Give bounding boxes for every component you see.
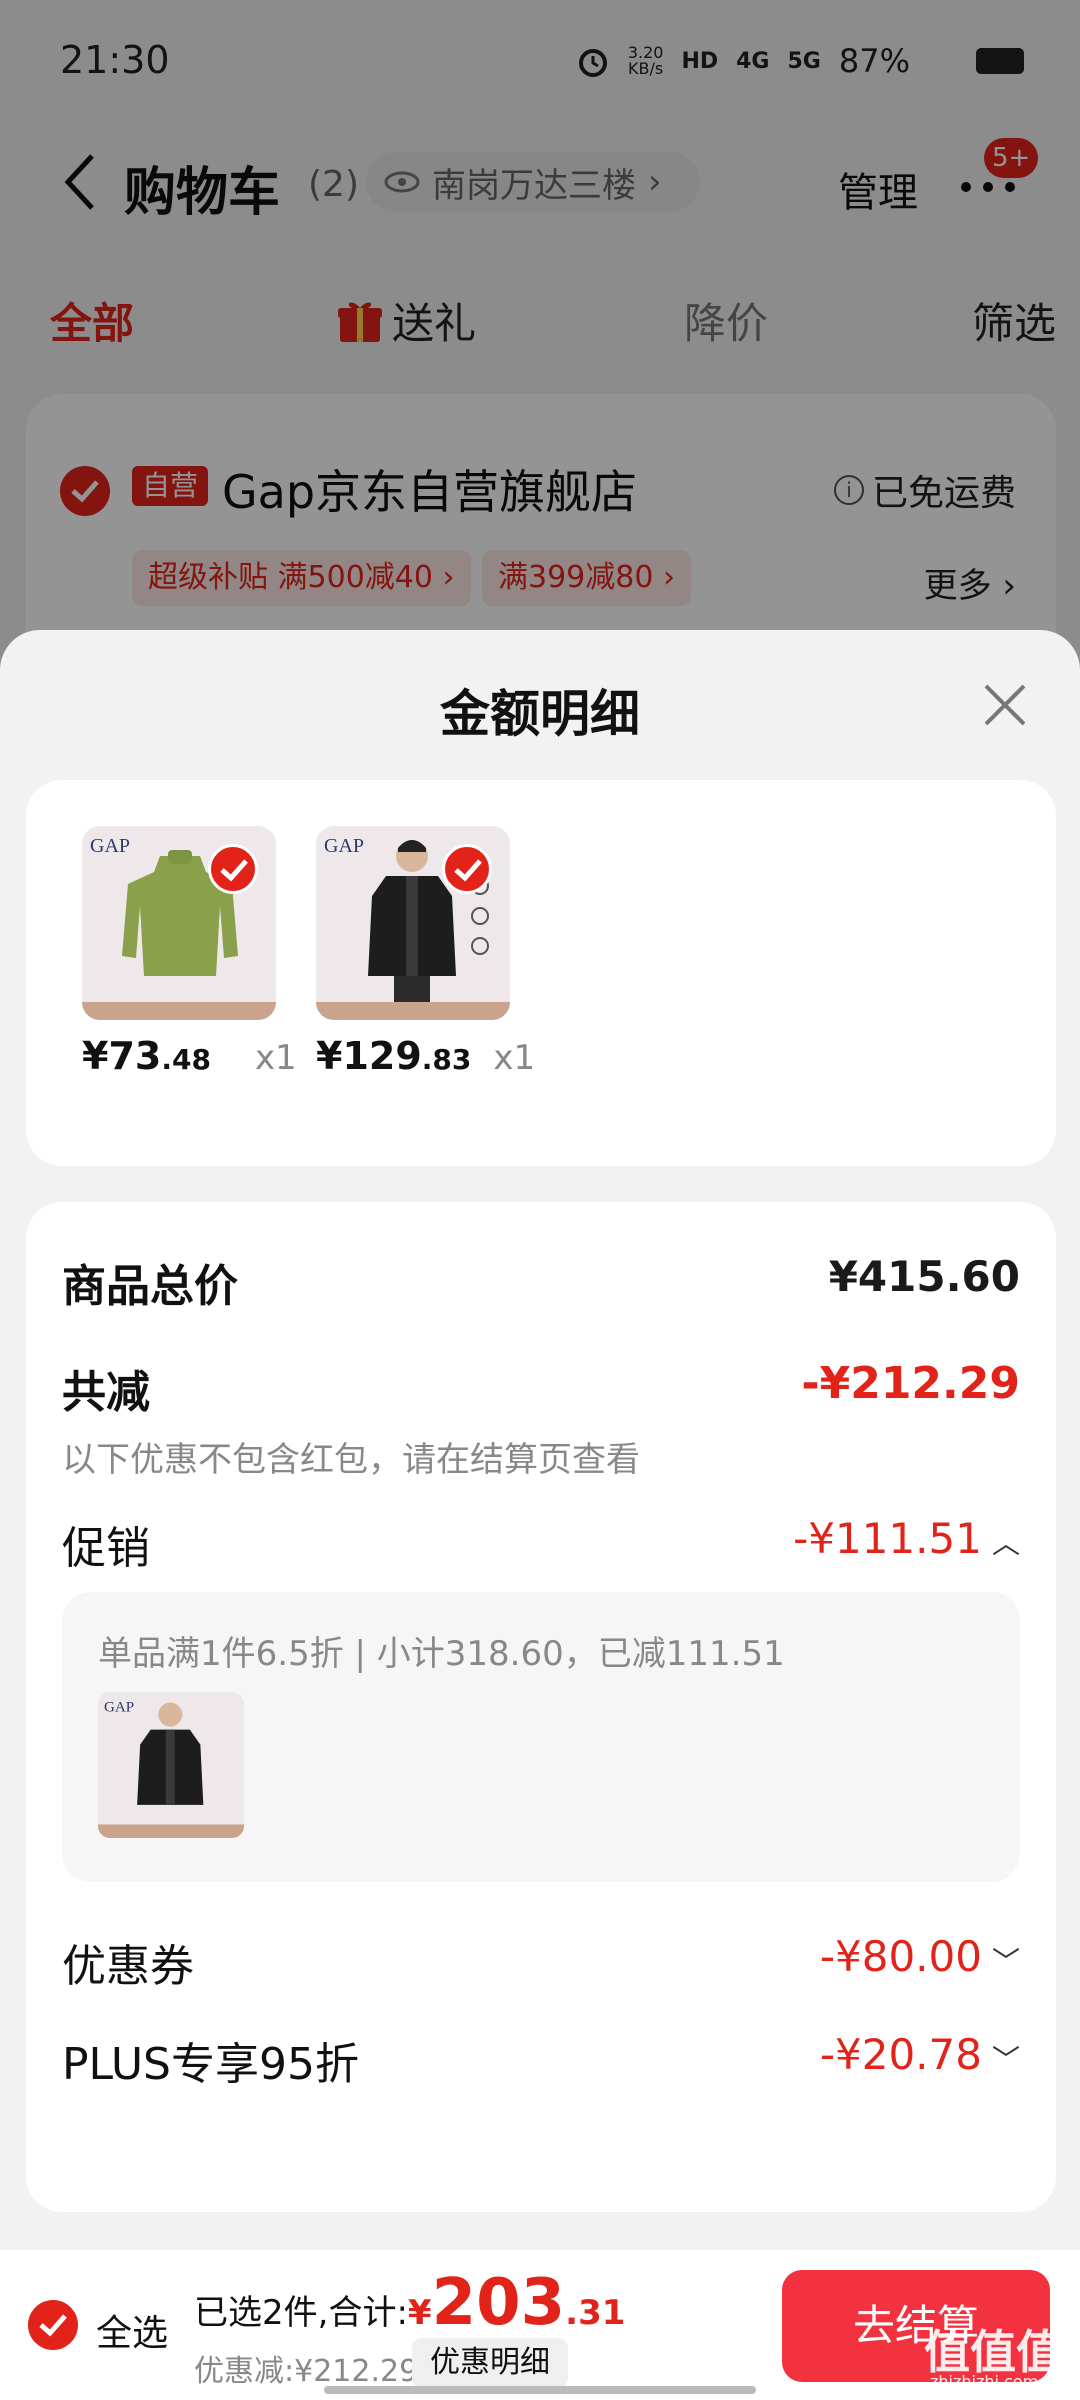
svg-text:GAP: GAP bbox=[324, 835, 364, 857]
plus-discount-row-toggle[interactable]: -¥20.78 ﹀ bbox=[820, 2030, 1020, 2079]
discount-detail-button[interactable]: 优惠明细 bbox=[412, 2338, 568, 2388]
total-line: 已选2件,合计: ¥ 203 .31 bbox=[194, 2266, 625, 2340]
product-item[interactable]: GAP bbox=[316, 826, 510, 1020]
select-all-label[interactable]: 全选 bbox=[96, 2304, 168, 2356]
svg-text:GAP: GAP bbox=[104, 1700, 134, 1716]
item-price-decimal: .48 bbox=[161, 1043, 211, 1076]
watermark-url: zhizhizhi.com bbox=[930, 2372, 1039, 2391]
coupon-label: 优惠券 bbox=[62, 1941, 194, 1992]
checkmark-icon bbox=[39, 2314, 67, 2337]
chevron-up-icon: ︿ bbox=[991, 1526, 1020, 1560]
product-item[interactable]: GAP bbox=[82, 826, 276, 1020]
total-price-label: 商品总价 bbox=[62, 1261, 238, 1312]
selected-summary: 已选2件,合计: bbox=[194, 2293, 408, 2333]
total-reduction-value: -¥212.29 bbox=[801, 1358, 1020, 1409]
coupon-value: -¥80.00 bbox=[819, 1932, 982, 1981]
total-currency: ¥ bbox=[407, 2293, 432, 2333]
sheet-title: 金额明细 bbox=[440, 685, 640, 743]
item-selected-check bbox=[442, 844, 492, 894]
coupon-row-toggle[interactable]: -¥80.00 ﹀ bbox=[820, 1932, 1020, 1981]
svg-text:GAP: GAP bbox=[90, 835, 130, 857]
checkmark-icon bbox=[220, 859, 248, 882]
discount-summary: 优惠减:¥212.29 bbox=[194, 2354, 419, 2389]
product-thumbnail: GAP bbox=[316, 826, 510, 1020]
promotion-detail-box: 单品满1件6.5折 | 小计318.60，已减111.51 GAP bbox=[62, 1592, 1020, 1882]
item-price-row: ¥129 .83 x1 bbox=[316, 1034, 535, 1078]
item-price-decimal: .83 bbox=[421, 1043, 472, 1076]
home-indicator[interactable] bbox=[324, 2386, 756, 2394]
checkout-bar: 全选 已选2件,合计: ¥ 203 .31 优惠减:¥212.29 优惠明细 去… bbox=[0, 2250, 1080, 2400]
reduction-note: 以下优惠不包含红包，请在结算页查看 bbox=[62, 1440, 640, 1480]
close-icon[interactable] bbox=[980, 680, 1030, 730]
total-amount-decimal: .31 bbox=[565, 2293, 626, 2333]
promotion-description: 单品满1件6.5折 | 小计318.60，已减111.51 bbox=[98, 1634, 785, 1674]
plus-discount-label: PLUS专享95折 bbox=[62, 2039, 359, 2090]
promotion-value: -¥111.51 bbox=[793, 1514, 982, 1563]
chevron-down-icon: ﹀ bbox=[991, 2042, 1020, 2076]
amount-detail-sheet: 金额明细 GAP ¥73 .48 x1 GAP ¥129 .83 x1 商品总价… bbox=[0, 630, 1080, 2400]
item-price: ¥129 bbox=[316, 1034, 422, 1078]
price-summary-card: 商品总价 ¥415.60 共减 -¥212.29 以下优惠不包含红包，请在结算页… bbox=[26, 1202, 1056, 2212]
select-all-checkbox[interactable] bbox=[28, 2300, 78, 2350]
plus-discount-value: -¥20.78 bbox=[819, 2030, 982, 2079]
item-price-row: ¥73 .48 x1 bbox=[82, 1034, 297, 1078]
black-jacket-image: GAP bbox=[98, 1700, 244, 1838]
promo-strip bbox=[82, 1002, 276, 1020]
chevron-down-icon: ﹀ bbox=[991, 1944, 1020, 1978]
total-reduction-label: 共减 bbox=[62, 1367, 150, 1418]
promotion-row-toggle[interactable]: -¥111.51 ︿ bbox=[793, 1514, 1020, 1563]
total-price-value: ¥415.60 bbox=[828, 1252, 1020, 1301]
checkmark-icon bbox=[454, 859, 482, 882]
item-quantity: x1 bbox=[493, 1038, 536, 1078]
item-quantity: x1 bbox=[254, 1038, 297, 1078]
selected-items-card: GAP ¥73 .48 x1 GAP ¥129 .83 x1 bbox=[26, 780, 1056, 1166]
item-selected-check bbox=[208, 844, 258, 894]
product-thumbnail: GAP bbox=[82, 826, 276, 1020]
promo-strip bbox=[316, 1002, 510, 1020]
item-price: ¥73 bbox=[82, 1034, 162, 1078]
promotion-item-thumbnail: GAP bbox=[98, 1692, 244, 1838]
total-amount: 203 bbox=[431, 2266, 566, 2340]
promotion-label: 促销 bbox=[62, 1523, 150, 1574]
